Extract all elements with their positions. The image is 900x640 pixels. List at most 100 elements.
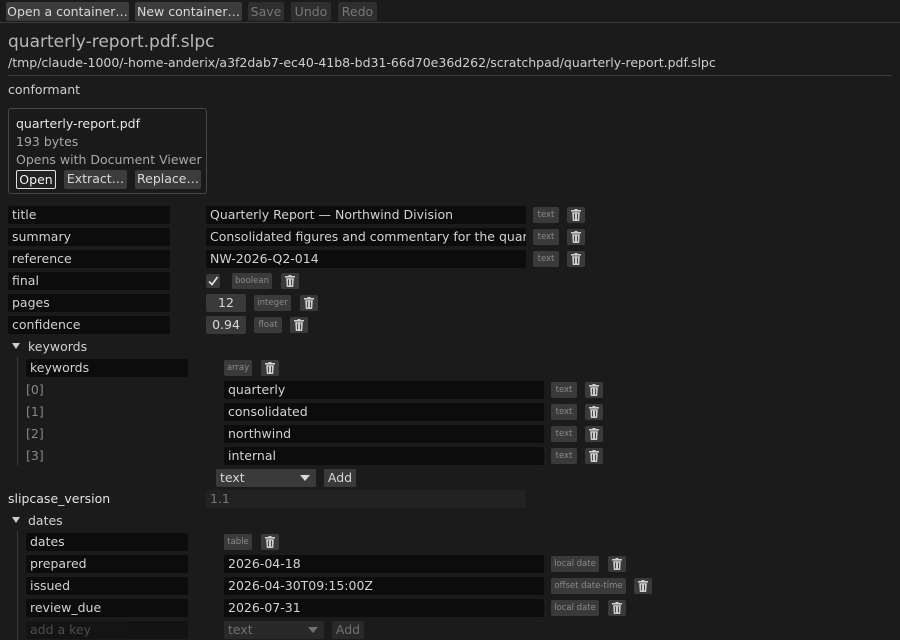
payload-opens-with: Opens with Document Viewer bbox=[16, 152, 202, 167]
trash-icon bbox=[571, 253, 581, 265]
trash-icon bbox=[589, 450, 599, 462]
date-value-prepared[interactable]: 2026-04-18 bbox=[224, 555, 544, 573]
select-value: text bbox=[220, 470, 245, 485]
delete-title-button[interactable] bbox=[567, 207, 585, 223]
delete-dates-button[interactable] bbox=[261, 534, 279, 550]
chevron-down-icon bbox=[300, 475, 310, 481]
add-date-button[interactable]: Add bbox=[332, 621, 364, 639]
dates-section-header[interactable]: dates bbox=[12, 513, 63, 529]
section-indent-line bbox=[17, 531, 18, 640]
keyword-value[interactable]: quarterly bbox=[224, 381, 544, 399]
field-value-summary[interactable]: Consolidated figures and commentary for … bbox=[206, 228, 526, 246]
delete-review-due-button[interactable] bbox=[608, 600, 626, 616]
trash-icon bbox=[294, 319, 304, 331]
expand-arrow-icon bbox=[12, 343, 20, 349]
field-value-pages[interactable]: 12 bbox=[206, 294, 246, 312]
type-badge: text bbox=[533, 251, 559, 267]
trash-icon bbox=[571, 231, 581, 243]
delete-keywords-button[interactable] bbox=[261, 360, 279, 376]
delete-keyword-button[interactable] bbox=[585, 382, 603, 398]
trash-icon bbox=[589, 384, 599, 396]
keywords-key-field[interactable]: keywords bbox=[26, 359, 188, 377]
field-value-reference[interactable]: NW-2026-Q2-014 bbox=[206, 250, 526, 268]
file-path: /tmp/claude-1000/-home-anderix/a3f2dab7-… bbox=[8, 55, 716, 70]
replace-payload-button[interactable]: Replace… bbox=[135, 170, 201, 189]
divider bbox=[8, 75, 892, 76]
delete-summary-button[interactable] bbox=[567, 229, 585, 245]
field-key-final[interactable]: final bbox=[8, 272, 170, 290]
keyword-value[interactable]: consolidated bbox=[224, 403, 544, 421]
chevron-down-icon bbox=[308, 627, 318, 633]
final-checkbox[interactable] bbox=[206, 274, 220, 288]
type-badge: integer bbox=[254, 295, 291, 311]
field-value-confidence[interactable]: 0.94 bbox=[206, 316, 246, 334]
type-badge: text bbox=[533, 229, 559, 245]
payload-file-card: quarterly-report.pdf 193 bytes Opens wit… bbox=[8, 108, 207, 194]
array-index: [1] bbox=[26, 404, 44, 419]
type-badge: local date bbox=[551, 556, 599, 572]
trash-icon bbox=[612, 602, 622, 614]
delete-pages-button[interactable] bbox=[300, 295, 318, 311]
trash-icon bbox=[638, 580, 648, 592]
field-value-slipcase-version: 1.1 bbox=[206, 490, 526, 508]
extract-payload-button[interactable]: Extract… bbox=[64, 170, 127, 189]
type-badge: float bbox=[254, 317, 282, 333]
keyword-type-select[interactable]: text bbox=[216, 469, 316, 487]
delete-prepared-button[interactable] bbox=[608, 556, 626, 572]
payload-file-name: quarterly-report.pdf bbox=[16, 116, 140, 131]
date-type-select[interactable]: text bbox=[224, 621, 324, 639]
check-icon bbox=[208, 276, 219, 286]
keywords-section-header[interactable]: keywords bbox=[12, 339, 87, 355]
field-key-reference[interactable]: reference bbox=[8, 250, 170, 268]
type-badge: table bbox=[224, 534, 252, 550]
add-key-input[interactable]: add a key bbox=[26, 621, 188, 639]
field-key-pages[interactable]: pages bbox=[8, 294, 170, 312]
trash-icon bbox=[589, 428, 599, 440]
undo-button[interactable]: Undo bbox=[291, 2, 331, 21]
expand-arrow-icon bbox=[12, 517, 20, 523]
field-key-title[interactable]: title bbox=[8, 206, 170, 224]
redo-button[interactable]: Redo bbox=[338, 2, 377, 21]
type-badge: text bbox=[551, 404, 577, 420]
trash-icon bbox=[589, 406, 599, 418]
trash-icon bbox=[612, 558, 622, 570]
delete-issued-button[interactable] bbox=[634, 578, 652, 594]
type-badge: text bbox=[533, 207, 559, 223]
trash-icon bbox=[571, 209, 581, 221]
delete-confidence-button[interactable] bbox=[290, 317, 308, 333]
add-keyword-button[interactable]: Add bbox=[324, 469, 356, 487]
dates-key-field[interactable]: dates bbox=[26, 533, 188, 551]
type-badge: text bbox=[551, 426, 577, 442]
date-value-issued[interactable]: 2026-04-30T09:15:00Z bbox=[224, 577, 544, 595]
open-container-button[interactable]: Open a container… bbox=[6, 2, 129, 21]
save-button[interactable]: Save bbox=[248, 2, 284, 21]
field-key-slipcase-version: slipcase_version bbox=[8, 491, 111, 506]
delete-reference-button[interactable] bbox=[567, 251, 585, 267]
trash-icon bbox=[265, 362, 275, 374]
date-value-review-due[interactable]: 2026-07-31 bbox=[224, 599, 544, 617]
date-key-issued[interactable]: issued bbox=[26, 577, 188, 595]
keyword-value[interactable]: northwind bbox=[224, 425, 544, 443]
section-label: dates bbox=[28, 513, 63, 528]
trash-icon bbox=[285, 275, 295, 287]
date-key-prepared[interactable]: prepared bbox=[26, 555, 188, 573]
type-badge: offset date-time bbox=[551, 578, 626, 594]
delete-final-button[interactable] bbox=[281, 273, 299, 289]
field-key-confidence[interactable]: confidence bbox=[8, 316, 170, 334]
type-badge: local date bbox=[551, 600, 599, 616]
open-payload-button[interactable]: Open bbox=[16, 170, 56, 189]
array-index: [2] bbox=[26, 426, 44, 441]
delete-keyword-button[interactable] bbox=[585, 426, 603, 442]
new-container-button[interactable]: New container… bbox=[135, 2, 242, 21]
trash-icon bbox=[265, 536, 275, 548]
field-key-summary[interactable]: summary bbox=[8, 228, 170, 246]
section-label: keywords bbox=[28, 339, 88, 354]
type-badge: text bbox=[551, 382, 577, 398]
keyword-value[interactable]: internal bbox=[224, 447, 544, 465]
toolbar: Open a container… New container… Save Un… bbox=[0, 0, 900, 23]
delete-keyword-button[interactable] bbox=[585, 448, 603, 464]
field-value-title[interactable]: Quarterly Report — Northwind Division bbox=[206, 206, 526, 224]
date-key-review-due[interactable]: review_due bbox=[26, 599, 188, 617]
delete-keyword-button[interactable] bbox=[585, 404, 603, 420]
select-value: text bbox=[228, 622, 253, 637]
